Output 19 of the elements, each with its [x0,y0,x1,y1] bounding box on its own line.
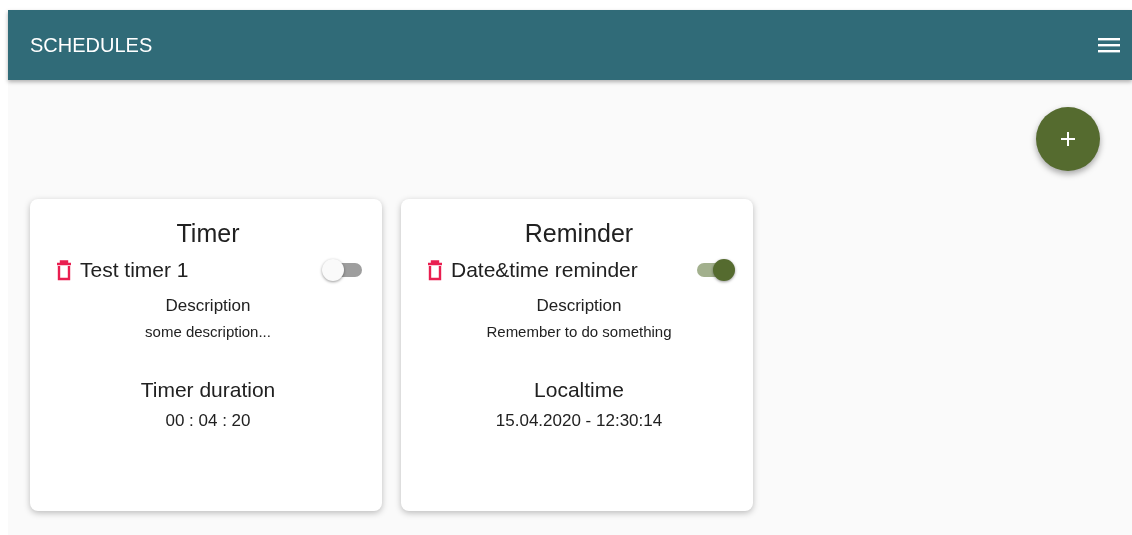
card-title: Timer [176,219,240,248]
description-label: Description [165,296,251,316]
trash-icon [425,259,445,281]
schedule-name: Date&time reminder [451,258,639,282]
toggle-switch[interactable] [322,258,364,282]
menu-icon [1098,36,1120,54]
description-label: Description [536,296,622,316]
detail-label: Timer duration [140,378,276,402]
schedule-name: Test timer 1 [80,258,190,282]
app-title: SCHEDULES [30,33,153,57]
description-text: Remember to do something [486,323,672,340]
card-title: Reminder [524,219,634,248]
add-button[interactable] [1036,107,1100,171]
plus-icon [1060,131,1076,147]
detail-value: 15.04.2020 - 12:30:14 [495,411,663,431]
detail-label: Localtime [534,378,624,402]
trash-icon [54,259,74,281]
description-text: some description... [145,323,271,340]
detail-value: 00 : 04 : 20 [165,411,251,431]
